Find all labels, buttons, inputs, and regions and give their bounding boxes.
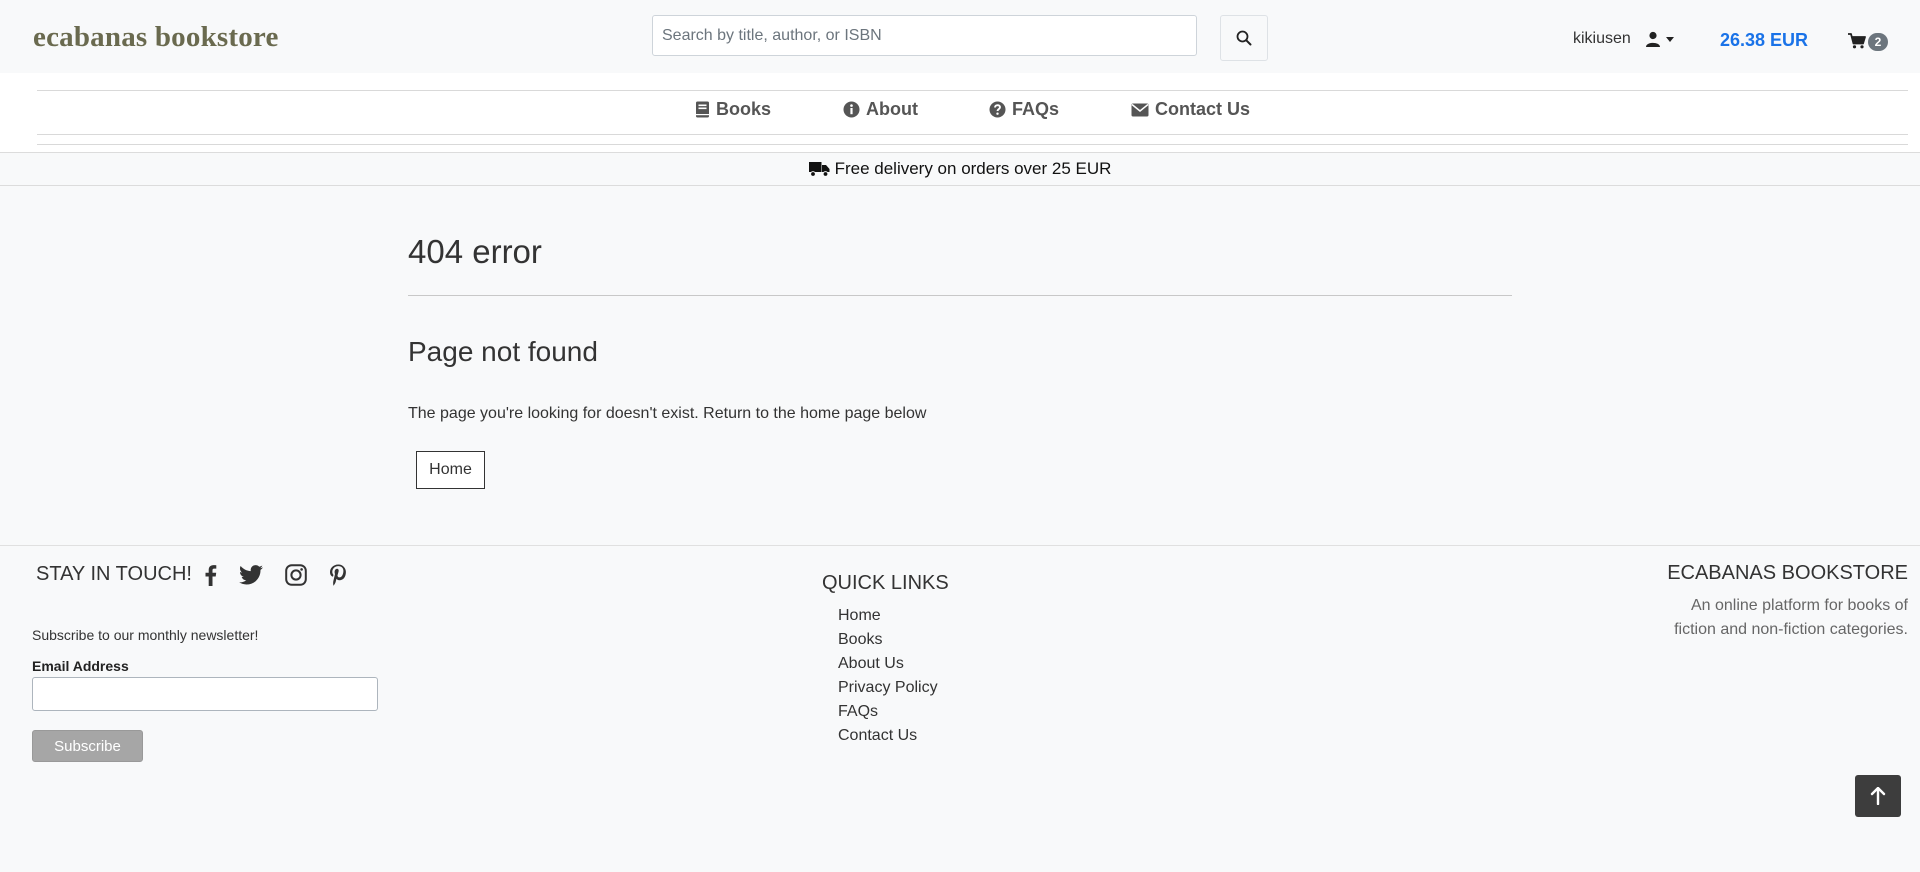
cart-button[interactable]: 2 (1848, 30, 1888, 51)
search-icon (1236, 30, 1252, 46)
pinterest-icon (330, 564, 346, 586)
quick-link-about-us[interactable]: About Us (838, 652, 938, 676)
facebook-icon (205, 565, 216, 586)
book-icon (696, 101, 709, 118)
nav-divider-top (37, 90, 1908, 91)
question-circle-icon (989, 101, 1006, 118)
subscribe-button[interactable]: Subscribe (32, 730, 143, 762)
twitter-link[interactable] (236, 561, 266, 589)
twitter-icon (239, 565, 263, 585)
quick-link-privacy-policy[interactable]: Privacy Policy (838, 676, 938, 700)
caret-down-icon (1665, 37, 1674, 42)
footer-divider (0, 545, 1920, 546)
quick-links-heading: QUICK LINKS (822, 572, 949, 594)
truck-icon (808, 162, 830, 177)
cart-icon (1848, 32, 1866, 48)
top-header: ecabanas bookstore kikiusen 26.38 EUR 2 (0, 0, 1920, 73)
nav-item-contact[interactable]: Contact Us (1131, 99, 1250, 120)
search-input[interactable] (652, 15, 1197, 56)
nav-label: About (866, 99, 918, 119)
nav-item-faqs[interactable]: FAQs (989, 99, 1059, 120)
instagram-icon (285, 564, 307, 586)
page-title: 404 error (408, 233, 542, 270)
quick-link-books[interactable]: Books (838, 628, 938, 652)
footer-about-description: An online platform for books of fiction … (1674, 597, 1908, 638)
error-message: The page you're looking for doesn't exis… (408, 405, 927, 422)
facebook-link[interactable] (195, 561, 225, 589)
nav-label: FAQs (1012, 99, 1060, 119)
brand-logo[interactable]: ecabanas bookstore (33, 21, 279, 54)
delivery-text: Free delivery on orders over 25 EUR (834, 159, 1112, 178)
nav-divider-bottom-2 (37, 144, 1908, 145)
pinterest-link[interactable] (323, 561, 353, 589)
envelope-icon (1131, 103, 1149, 116)
username: kikiusen (1573, 30, 1631, 47)
home-button[interactable]: Home (416, 451, 485, 489)
nav-label: Contact Us (1155, 99, 1251, 119)
quick-link-home[interactable]: Home (838, 604, 938, 628)
nav-item-about[interactable]: About (843, 99, 918, 120)
back-to-top-button[interactable] (1855, 775, 1901, 817)
page-subtitle: Page not found (408, 336, 598, 367)
quick-link-faqs[interactable]: FAQs (838, 700, 938, 724)
quick-links-list: Home Books About Us Privacy Policy FAQs … (838, 604, 938, 748)
stay-in-touch-heading: STAY IN TOUCH! (36, 563, 192, 585)
nav-label: Books (716, 99, 772, 119)
instagram-link[interactable] (281, 561, 311, 589)
delivery-banner: Free delivery on orders over 25 EUR (0, 152, 1920, 186)
quick-link-contact-us[interactable]: Contact Us (838, 724, 938, 748)
email-field[interactable] (32, 677, 378, 711)
user-menu-toggle[interactable] (1645, 31, 1675, 47)
account-balance[interactable]: 26.38 EUR (1720, 30, 1808, 51)
arrow-up-icon (1870, 787, 1886, 805)
nav-divider-bottom (37, 134, 1908, 135)
nav-item-books[interactable]: Books (695, 99, 771, 120)
nav-items: Books About FAQs Contact Us (0, 99, 1920, 123)
info-circle-icon (843, 101, 860, 118)
newsletter-text: Subscribe to our monthly newsletter! (32, 627, 259, 643)
title-divider (408, 295, 1512, 296)
email-label: Email Address (32, 658, 129, 674)
footer-about-heading: ECABANAS BOOKSTORE (1667, 562, 1908, 584)
cart-count-badge: 2 (1868, 33, 1888, 51)
user-area: kikiusen (1573, 30, 1675, 48)
user-icon (1645, 31, 1660, 47)
search-button[interactable] (1220, 15, 1268, 61)
